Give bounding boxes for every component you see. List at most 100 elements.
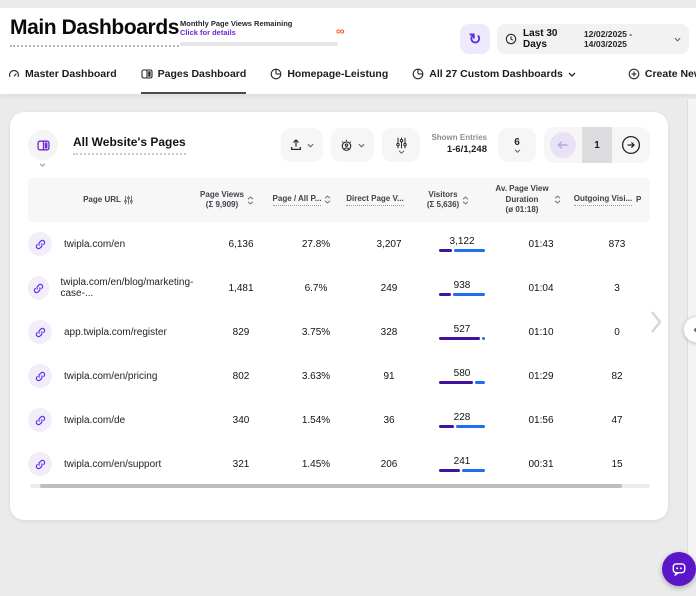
chevron-down-icon <box>39 163 46 167</box>
outgoing-value: 47 <box>584 415 650 426</box>
date-range-picker[interactable]: Last 30 Days 12/02/2025 - 14/03/2025 <box>497 24 689 54</box>
tab-label: Pages Dashboard <box>158 68 247 80</box>
link-icon[interactable] <box>28 232 52 256</box>
horizontal-scrollbar[interactable] <box>30 484 650 488</box>
next-page-button[interactable] <box>612 127 650 163</box>
page-url[interactable]: twipla.com/en <box>64 239 125 250</box>
tab-pages-dashboard[interactable]: Pages Dashboard <box>141 56 247 94</box>
outgoing-value: 873 <box>584 239 650 250</box>
refresh-button[interactable]: ↻ <box>460 24 490 54</box>
export-button[interactable] <box>281 128 323 162</box>
page-url[interactable]: twipla.com/en/pricing <box>64 371 157 382</box>
page-share-value: 27.8% <box>280 239 352 250</box>
collapse-panel-button[interactable] <box>683 316 696 343</box>
link-icon[interactable] <box>28 364 52 388</box>
table-row: twipla.com/de 340 1.54% 36 228 01:56 47 <box>28 398 650 442</box>
column-sum: (Σ 5,636) <box>427 200 459 210</box>
shown-entries-value: 1-6/1,248 <box>431 144 487 157</box>
page-url[interactable]: app.twipla.com/register <box>64 327 167 338</box>
visitors-cell: 527 <box>426 324 498 340</box>
column-filter-icon[interactable] <box>124 195 133 205</box>
column-header-duration[interactable]: Av. Page View Duration (ø 01:18) <box>484 184 570 215</box>
link-icon[interactable] <box>28 452 52 476</box>
infinity-icon: ∞ <box>336 24 345 38</box>
column-label: Visitors <box>428 190 457 200</box>
shown-entries: Shown Entries 1-6/1,248 <box>431 133 487 157</box>
table-row: twipla.com/en/support 321 1.45% 206 241 … <box>28 442 650 486</box>
dashboard-tabs: Master Dashboard Pages Dashboard Homepag… <box>0 56 696 95</box>
direct-views-value: 206 <box>352 459 426 470</box>
page-title: Main Dashboards <box>10 16 179 47</box>
page-url[interactable]: twipla.com/de <box>64 415 125 426</box>
link-icon[interactable] <box>28 408 52 432</box>
all-pages-widget: All Website's Pages <box>10 112 668 520</box>
page-views-value: 829 <box>202 327 280 338</box>
filter-button[interactable] <box>382 128 420 162</box>
gauge-icon <box>8 68 20 80</box>
outgoing-value: 82 <box>584 371 650 382</box>
visitors-cell: 228 <box>426 412 498 428</box>
previous-page-button[interactable] <box>544 127 582 163</box>
top-bar: Main Dashboards Monthly Page Views Remai… <box>0 8 696 56</box>
column-label: Page / All P... <box>273 194 322 206</box>
visitors-value: 3,122 <box>449 236 474 247</box>
tab-label: All 27 Custom Dashboards <box>429 68 563 80</box>
user-alarm-icon <box>340 139 353 152</box>
refresh-icon: ↻ <box>469 30 482 48</box>
quota-progress-bar <box>180 42 338 46</box>
sort-icon[interactable] <box>324 195 331 204</box>
clock-icon <box>505 33 517 45</box>
column-header-outgoing[interactable]: Outgoing Visi... <box>570 194 636 206</box>
date-range-value: 12/02/2025 - 14/03/2025 <box>584 29 668 49</box>
horizontal-scrollbar-thumb[interactable] <box>40 484 622 488</box>
plus-circle-icon <box>628 68 640 80</box>
visitors-value: 580 <box>454 368 471 379</box>
tab-homepage-leistung[interactable]: Homepage-Leistung <box>270 56 388 94</box>
column-header-page-url[interactable]: Page URL <box>28 195 188 205</box>
link-icon[interactable] <box>28 320 52 344</box>
chevron-down-icon <box>568 72 576 77</box>
widget-type-button[interactable] <box>28 130 58 160</box>
sliders-icon <box>396 137 407 149</box>
sort-icon[interactable] <box>554 195 561 204</box>
chat-support-button[interactable] <box>662 552 696 586</box>
column-header-direct-views[interactable]: Direct Page V... <box>338 194 412 206</box>
sort-icon[interactable] <box>247 196 254 205</box>
page-share-value: 3.63% <box>280 371 352 382</box>
duration-value: 01:56 <box>498 415 584 426</box>
table-header-row: Page URL Page Views (Σ 9,909) Page / All… <box>28 178 650 222</box>
tab-master-dashboard[interactable]: Master Dashboard <box>8 56 117 94</box>
page-views-value: 340 <box>202 415 280 426</box>
date-range-label: Last 30 Days <box>523 28 578 50</box>
page-share-value: 3.75% <box>280 327 352 338</box>
direct-views-value: 328 <box>352 327 426 338</box>
page-url[interactable]: twipla.com/en/support <box>64 459 161 470</box>
quota-details-link[interactable]: Click for details <box>180 28 338 37</box>
link-icon[interactable] <box>28 276 49 300</box>
page-url[interactable]: twipla.com/en/blog/marketing-case-... <box>61 277 203 299</box>
column-header-page-views[interactable]: Page Views (Σ 9,909) <box>188 190 266 211</box>
chevron-down-icon <box>398 150 405 154</box>
widget-title[interactable]: All Website's Pages <box>73 135 186 155</box>
alerts-button[interactable] <box>331 128 374 162</box>
sort-icon[interactable] <box>462 196 469 205</box>
scroll-right-hint-icon[interactable] <box>648 308 664 336</box>
column-header-visitors[interactable]: Visitors (Σ 5,636) <box>412 190 484 211</box>
column-header-cutoff: P <box>636 195 650 205</box>
shown-entries-label: Shown Entries <box>431 133 487 144</box>
tab-label: Homepage-Leistung <box>287 68 388 80</box>
chevron-down-icon <box>674 37 681 42</box>
visitors-cell: 938 <box>426 280 498 296</box>
column-label: Page Views <box>200 190 244 200</box>
page-views-value: 802 <box>202 371 280 382</box>
current-page-indicator[interactable]: 1 <box>582 127 612 163</box>
page-views-value: 321 <box>202 459 280 470</box>
column-sum: (Σ 9,909) <box>206 200 238 210</box>
create-new-dashboard-button[interactable]: Create New Dashboard (BETA) <box>628 56 696 94</box>
direct-views-value: 3,207 <box>352 239 426 250</box>
page-size-select[interactable]: 6 <box>498 128 536 162</box>
column-header-page-share[interactable]: Page / All P... <box>266 194 338 206</box>
columns-icon <box>141 68 153 80</box>
columns-icon <box>37 139 50 152</box>
tab-all-custom-dashboards[interactable]: All 27 Custom Dashboards <box>412 56 576 94</box>
